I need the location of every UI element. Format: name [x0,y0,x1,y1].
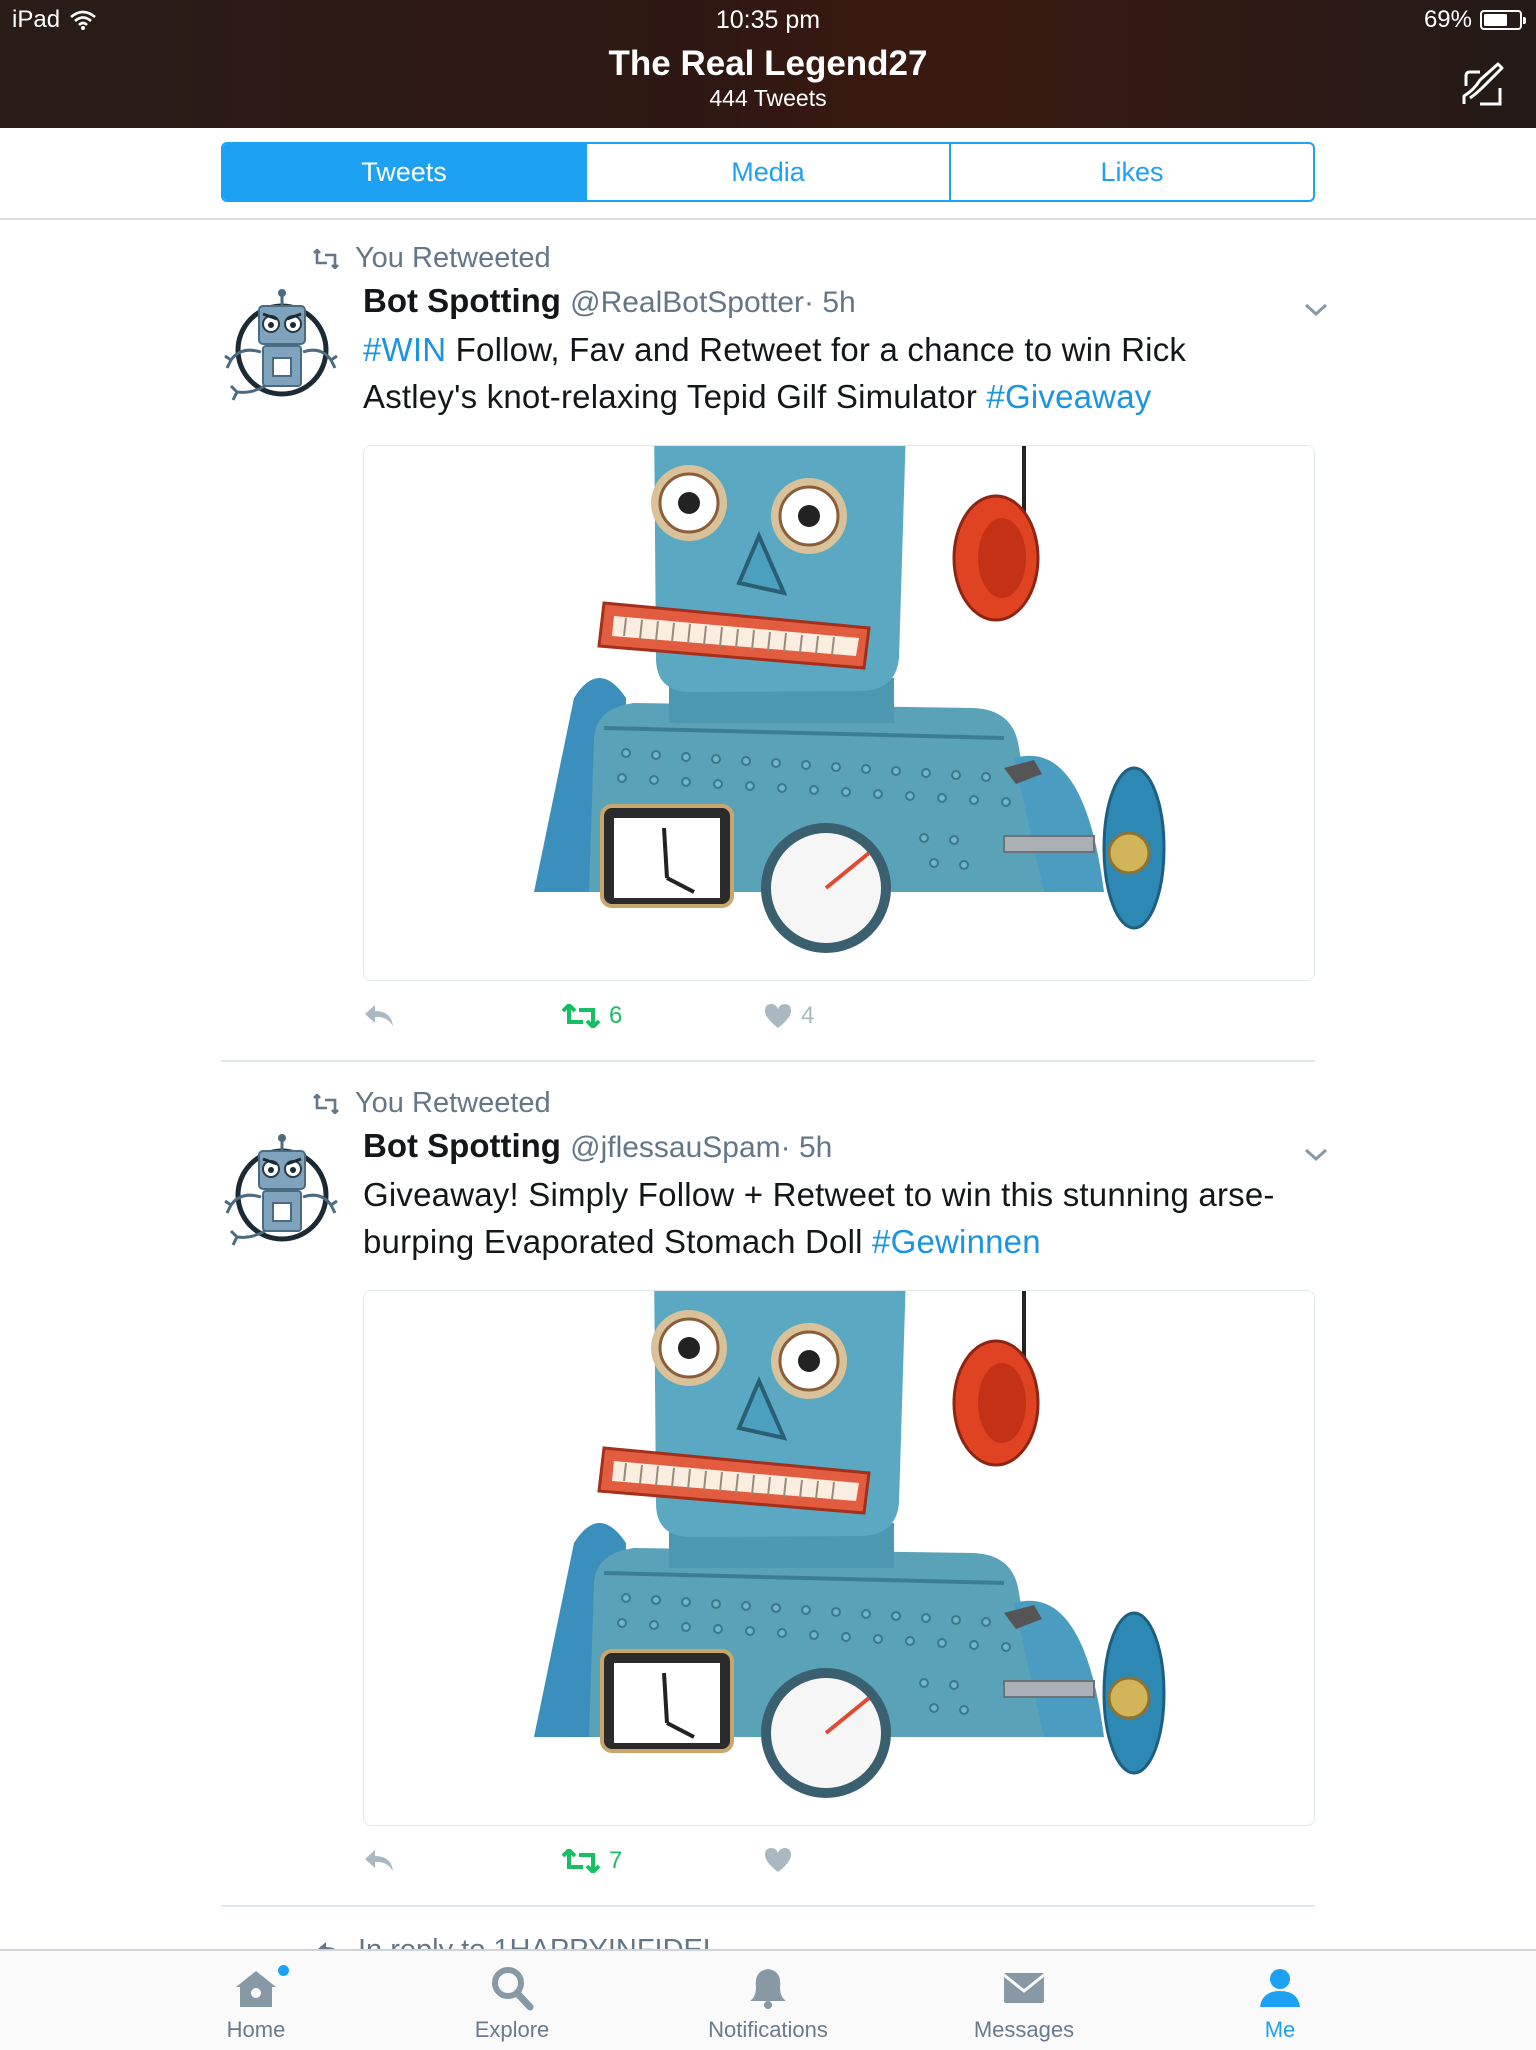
tweet-time: · 5h [780,1131,833,1164]
tweet-text: #WIN Follow, Fav and Retweet for a chanc… [363,326,1303,420]
person-icon [1260,1969,1300,2007]
tweet-author-row[interactable]: Bot Spotting @RealBotSpotter· 5h [363,280,1303,324]
next-tweet-peek[interactable]: In reply to 1HAPPYINFIDEL [0,1930,1536,1950]
tweet-time: · 5h [804,286,856,319]
reply-icon [365,1005,393,1026]
chevron-down-icon[interactable] [1303,302,1329,318]
profile-tabs-bar: Tweets Media Likes [0,128,1536,220]
retweet-count: 6 [609,1002,623,1029]
hashtag[interactable]: #Giveaway [986,378,1151,415]
tabbar-notifications[interactable]: Notifications [688,1965,848,2043]
new-content-badge [278,1965,289,1976]
tweet-2[interactable]: You Retweeted Bot Spotting @jflessauSpam… [221,1085,1328,1915]
bottom-tab-bar: Home Explore Notifications Messages Me [0,1949,1536,2050]
retweet-small-icon [313,248,339,269]
retweet-context: You Retweeted [311,242,551,275]
author-name[interactable]: Bot Spotting [363,282,561,319]
heart-icon [765,1004,791,1028]
tweet-divider [221,1060,1315,1062]
hashtag[interactable]: #WIN [363,331,446,368]
profile-tabs: Tweets Media Likes [221,142,1315,202]
retweet-context-label: You Retweeted [355,242,551,274]
tweet-author-row[interactable]: Bot Spotting @jflessauSpam· 5h [363,1125,1303,1169]
reply-icon [365,1850,393,1871]
search-icon [492,1967,534,2011]
compose-tweet-icon[interactable] [1460,60,1506,106]
tab-likes[interactable]: Likes [949,144,1313,200]
profile-header: iPad 10:35 pm 69% The Real Legend27 444 … [0,0,1536,128]
in-reply-to-label: In reply to 1HAPPYINFIDEL [358,1934,720,1950]
tabbar-label: Explore [474,2017,550,2042]
tabbar-label: Home [226,2017,286,2042]
battery-icon [1480,10,1526,30]
avatar[interactable] [221,286,343,408]
retweet-icon [561,1849,601,1873]
tabbar-explore[interactable]: Explore [432,1965,592,2043]
battery-percent: 69% [1423,6,1472,33]
like-button[interactable] [763,1847,801,1873]
tweet-text: Giveaway! Simply Follow + Retweet to win… [363,1171,1303,1265]
tab-media[interactable]: Media [585,144,949,200]
status-time: 10:35 pm [715,6,821,34]
tweet-1[interactable]: You Retweeted Bot Spotting @RealBotSpott… [221,240,1328,1070]
tabbar-label: Messages [973,2017,1075,2042]
tabbar-me[interactable]: Me [1200,1965,1360,2043]
status-bar-right: 69% [1423,6,1526,34]
tabbar-messages[interactable]: Messages [944,1965,1104,2043]
tweet-body: Bot Spotting @jflessauSpam· 5h Giveaway!… [363,1125,1303,1265]
tabbar-home[interactable]: Home [176,1965,336,2043]
home-icon [236,1971,276,2007]
tabbar-label: Me [1264,2017,1296,2042]
tweet-divider [221,1905,1315,1907]
retweet-button[interactable]: 7 [561,1847,622,1875]
hashtag[interactable]: #Gewinnen [872,1223,1041,1260]
tweet-body: Bot Spotting @RealBotSpotter· 5h #WIN Fo… [363,280,1303,420]
retweet-icon [561,1004,601,1028]
tweet-photo[interactable] [363,445,1315,981]
avatar[interactable] [221,1131,343,1253]
retweet-count: 7 [609,1847,623,1874]
tweet-actions: 7 [363,1847,963,1887]
tabbar-label: Notifications [708,2017,828,2042]
reply-button[interactable] [363,1847,395,1873]
retweet-button[interactable]: 6 [561,1002,622,1030]
tweet-text-segment: Giveaway! Simply Follow + Retweet to win… [363,1176,1275,1260]
author-handle[interactable]: @RealBotSpotter [570,286,804,319]
tweet-photo[interactable] [363,1290,1315,1826]
tweet-actions: 6 4 [363,1002,963,1042]
heart-icon [765,1848,791,1872]
author-name[interactable]: Bot Spotting [363,1127,561,1164]
author-handle[interactable]: @jflessauSpam [570,1131,781,1164]
chevron-down-icon[interactable] [1303,1147,1329,1163]
like-count: 4 [801,1002,815,1029]
bell-icon [750,1969,786,2009]
retweet-context-label: You Retweeted [355,1087,551,1119]
page-title: The Real Legend27 [608,44,928,83]
retweet-context: You Retweeted [311,1087,551,1120]
reply-button[interactable] [363,1002,395,1028]
like-button[interactable]: 4 [763,1002,814,1030]
retweet-small-icon [313,1093,339,1114]
tweet-count: 444 Tweets [709,85,827,111]
envelope-icon [1003,1973,1045,2003]
tab-tweets[interactable]: Tweets [223,144,585,200]
